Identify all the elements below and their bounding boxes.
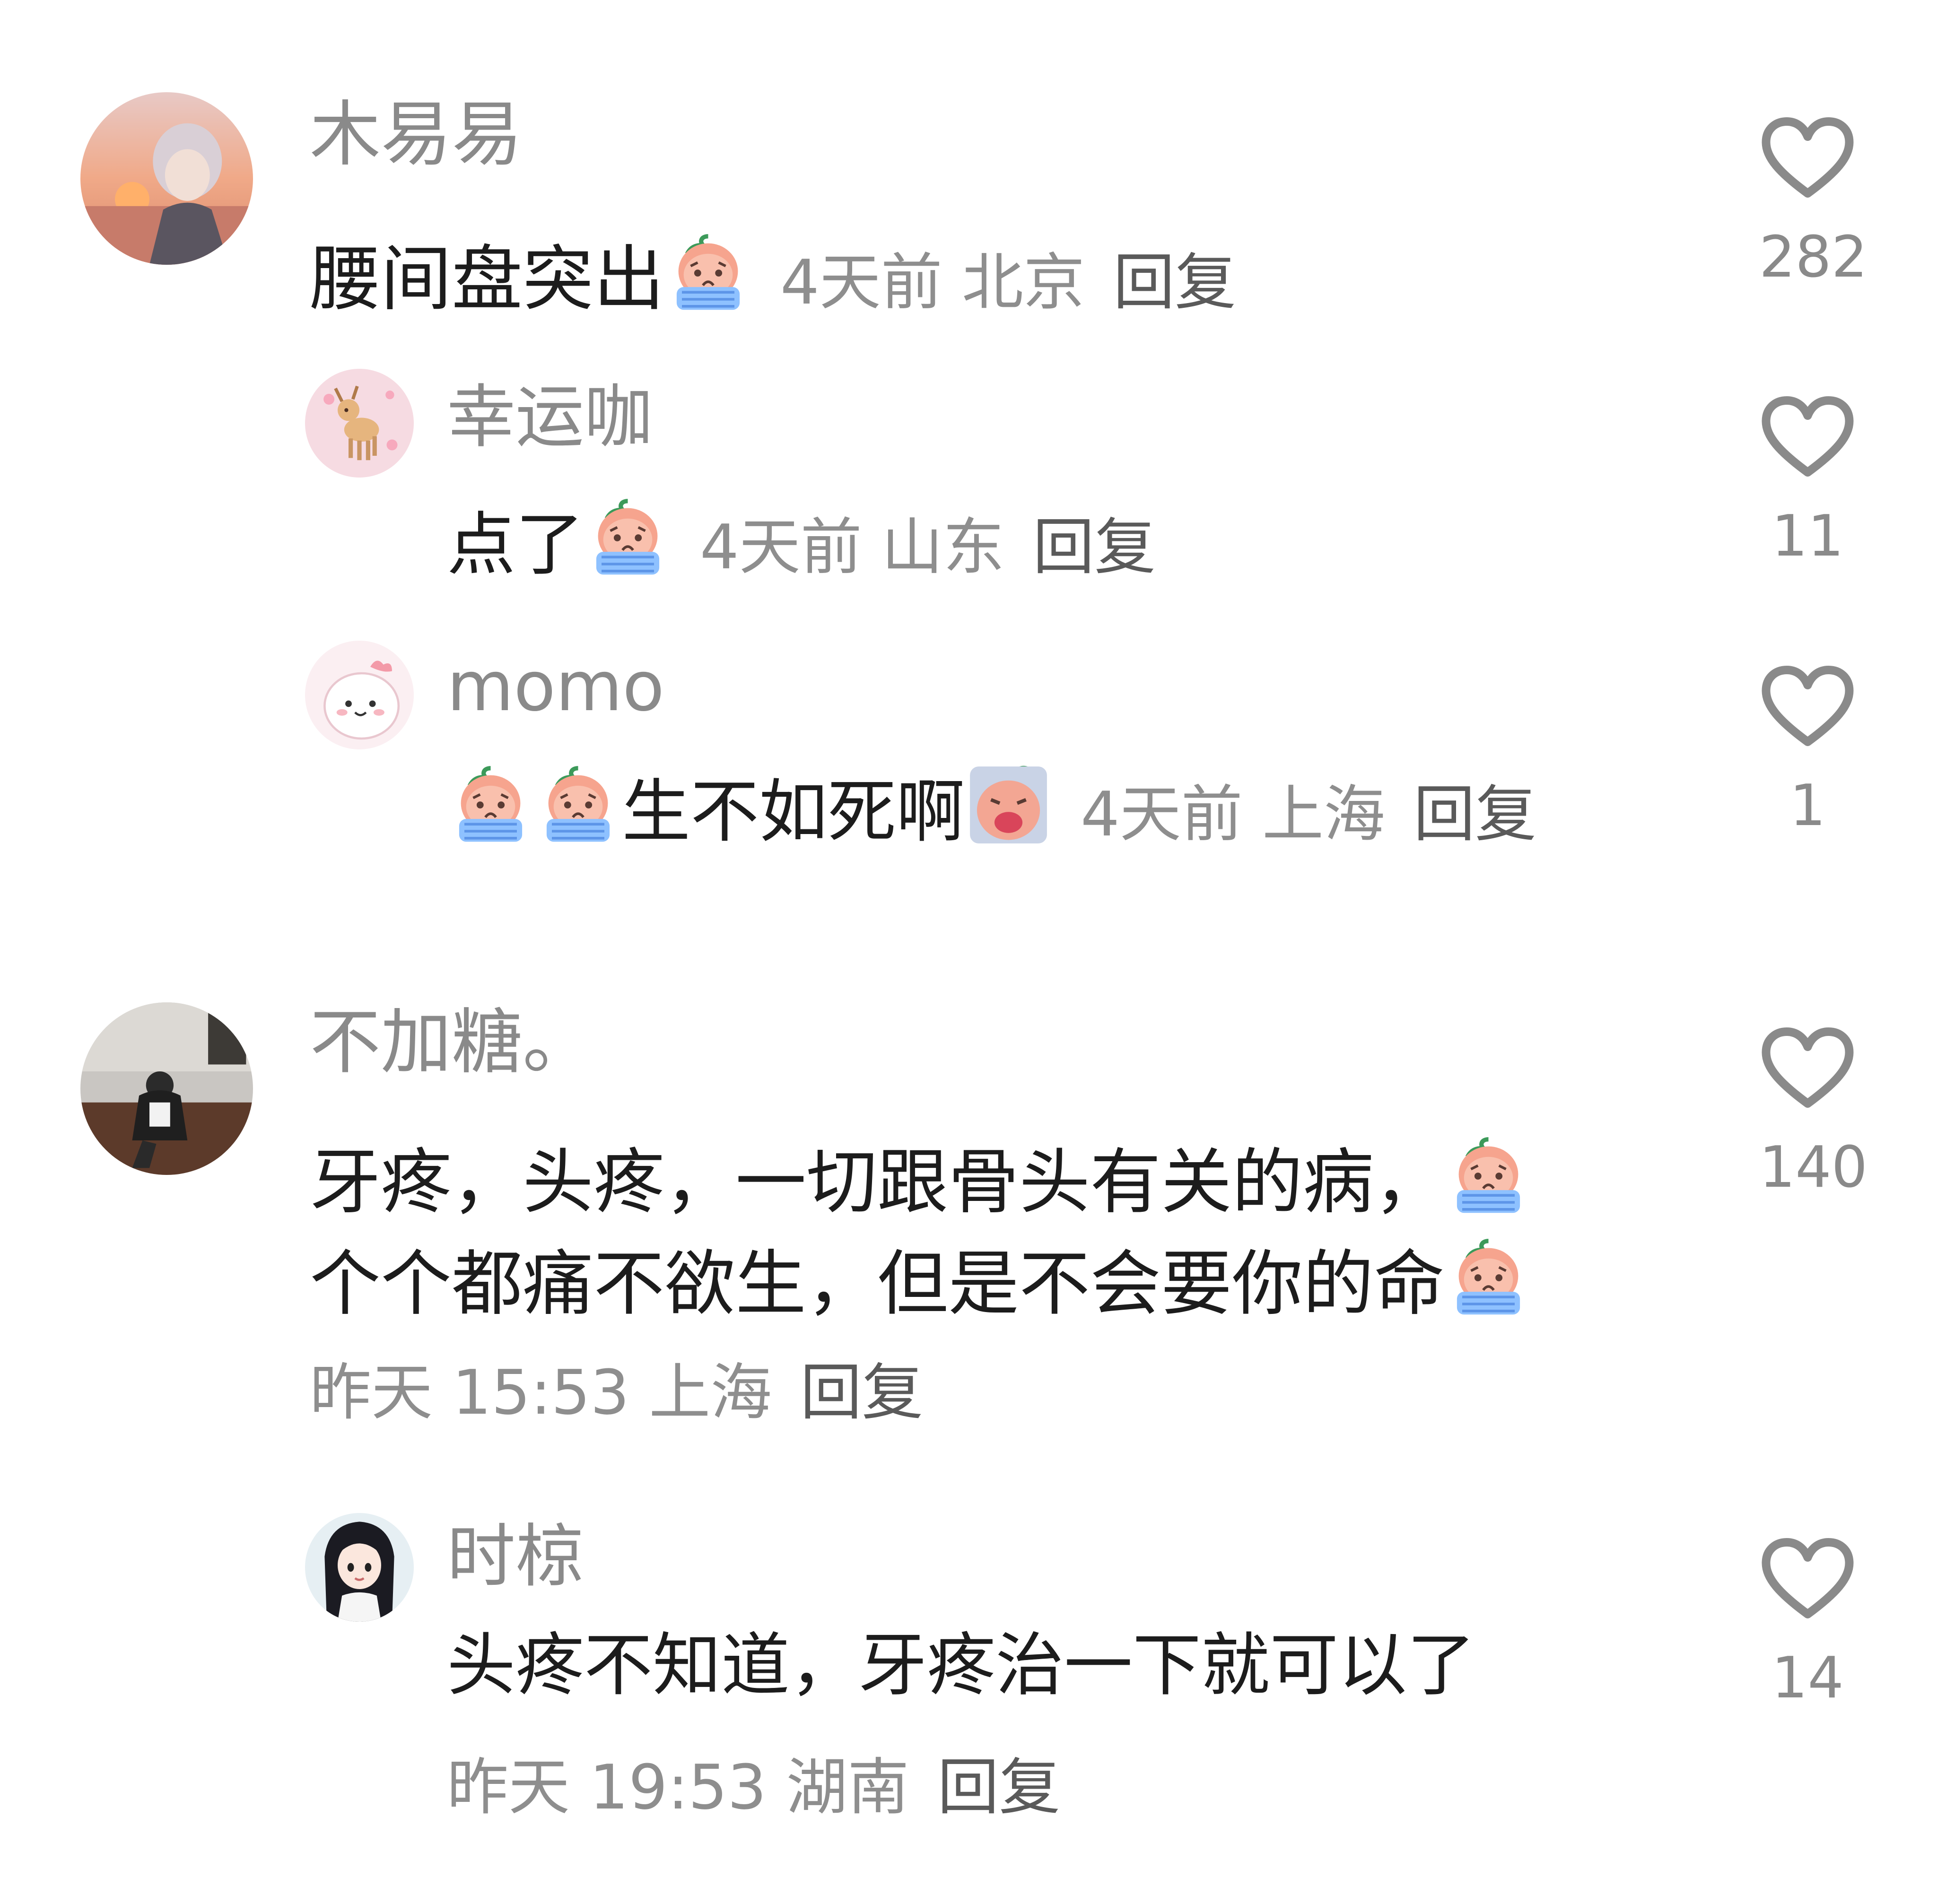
comment-body: 腰间盘突出: [310, 238, 665, 321]
avatar[interactable]: [305, 369, 414, 478]
reply-button[interactable]: 回复: [800, 1356, 923, 1428]
avatar[interactable]: [80, 92, 253, 265]
like-count: 11: [1771, 504, 1844, 569]
timestamp-location: 4天前 山东: [700, 511, 1005, 583]
comment-text: 头疼不知道，牙疼治一下就可以了: [447, 1626, 1475, 1705]
comment-meta: 昨天 19:53 湖南 回复: [447, 1756, 1060, 1818]
comment-text: 腰间盘突出 4天前 北京 回复: [310, 229, 1236, 317]
avatar[interactable]: [80, 1002, 253, 1175]
comment-text: 点了 4天前 山东 回复: [447, 494, 1156, 582]
reply-button[interactable]: 回复: [1113, 246, 1236, 318]
crying-peach-emoji: [447, 761, 534, 849]
crying-peach-emoji: [584, 494, 672, 582]
comment-text-line: 个个都痛不欲生，但是不会要你的命: [310, 1234, 1532, 1321]
like-button[interactable]: 14: [1759, 1537, 1856, 1707]
comment-meta: 4天前 上海 回复: [1081, 778, 1536, 850]
comment-meta: 4天前 北京 回复: [780, 246, 1236, 318]
username[interactable]: 木易易: [310, 99, 523, 170]
comment-body: 牙疼，头疼，一切跟骨头有关的病，: [310, 1141, 1445, 1224]
avatar-image: [80, 92, 253, 265]
avatar[interactable]: [305, 641, 414, 749]
timestamp-location: 4天前 上海: [1081, 778, 1386, 850]
heart-icon: [1762, 666, 1854, 746]
like-count: 140: [1759, 1135, 1868, 1200]
like-button[interactable]: 282: [1759, 116, 1868, 290]
comment-text-line: 牙疼，头疼，一切跟骨头有关的病，: [310, 1132, 1532, 1220]
heart-icon: [1762, 117, 1854, 198]
comment-meta: 4天前 山东 回复: [700, 511, 1156, 583]
like-button[interactable]: 1: [1759, 664, 1856, 835]
avatar-image: [305, 641, 414, 749]
like-count: 282: [1759, 225, 1868, 290]
timestamp-location: 昨天 19:53 湖南: [447, 1751, 909, 1823]
like-count: 14: [1771, 1645, 1844, 1711]
comment-meta: 昨天 15:53 上海 回复: [310, 1362, 923, 1423]
screaming-peach-emoji: [965, 761, 1052, 849]
avatar-image: [80, 1002, 253, 1175]
avatar[interactable]: [305, 1513, 414, 1622]
username[interactable]: 幸运咖: [447, 383, 653, 452]
like-button[interactable]: 140: [1759, 1026, 1868, 1200]
timestamp-location: 4天前 北京: [780, 246, 1085, 318]
like-button[interactable]: 11: [1759, 395, 1856, 565]
crying-peach-emoji: [1445, 1234, 1532, 1321]
timestamp-location: 昨天 15:53 上海: [310, 1356, 772, 1428]
crying-peach-emoji: [534, 761, 622, 849]
reply-button[interactable]: 回复: [1033, 511, 1156, 583]
like-count: 1: [1789, 773, 1826, 839]
reply-button[interactable]: 回复: [1413, 778, 1536, 850]
crying-peach-emoji: [664, 229, 752, 317]
comment-body: 个个都痛不欲生，但是不会要你的命: [310, 1243, 1445, 1325]
username[interactable]: 时椋: [447, 1522, 584, 1591]
comment-text: 生不如死啊 4天前 上海 回复: [447, 761, 1536, 849]
crying-peach-emoji: [1445, 1132, 1532, 1220]
comment-body: 点了: [447, 505, 584, 585]
username[interactable]: 不加糖。: [310, 1007, 593, 1078]
comment-body: 生不如死啊: [622, 772, 965, 852]
reply-button[interactable]: 回复: [937, 1751, 1060, 1823]
avatar-image: [305, 369, 414, 478]
heart-icon: [1762, 1027, 1854, 1108]
heart-icon: [1762, 1538, 1854, 1618]
username[interactable]: momo: [447, 652, 664, 721]
heart-icon: [1762, 396, 1854, 477]
avatar-image: [305, 1513, 414, 1622]
